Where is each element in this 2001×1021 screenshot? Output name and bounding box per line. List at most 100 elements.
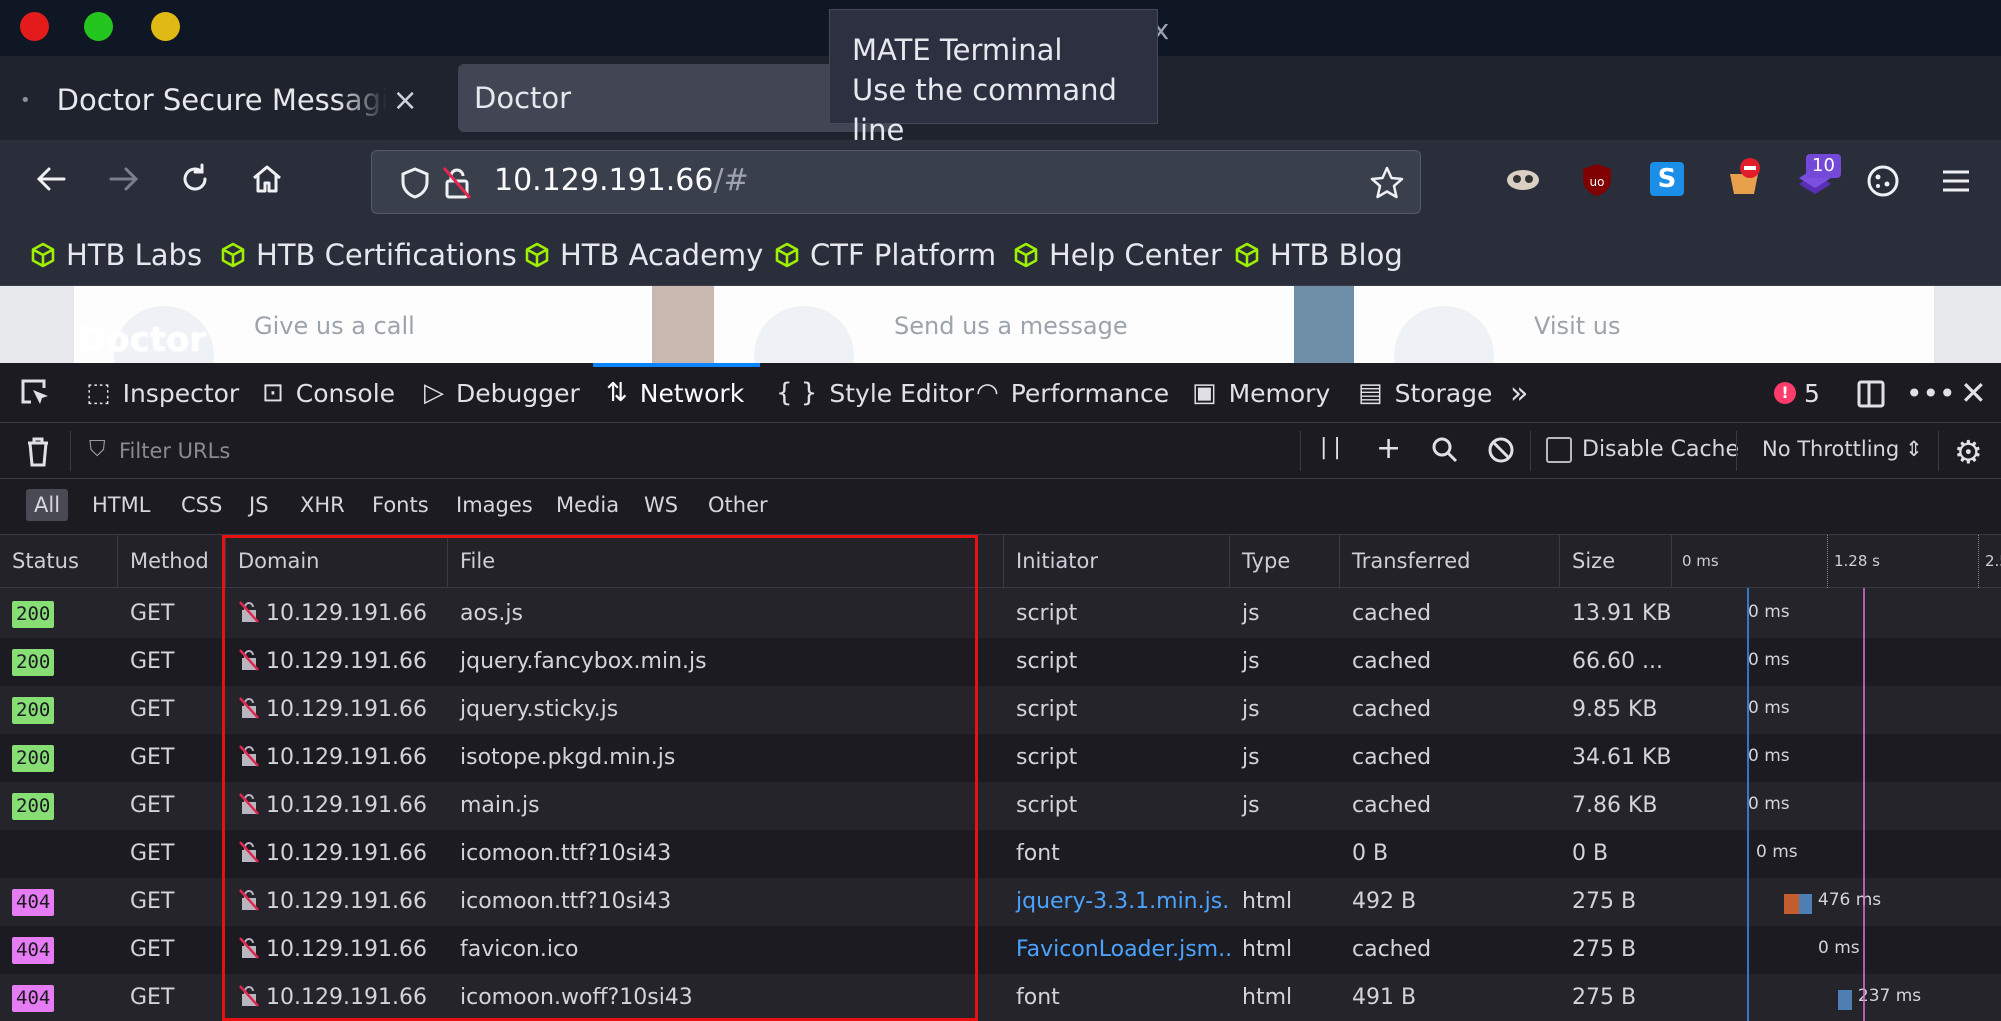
tab-label: Doctor <box>474 81 572 115</box>
type-filter-xhr[interactable]: XHR <box>292 489 353 521</box>
bookmark-star-icon[interactable] <box>1369 165 1405 201</box>
dock-options-icon[interactable] <box>1856 371 1886 415</box>
home-button[interactable] <box>242 162 292 207</box>
timeline-tick: 0 ms <box>1682 552 1719 570</box>
bookmark-htb-certifications[interactable]: HTB Certifications <box>220 238 517 272</box>
bookmark-htb-academy[interactable]: HTB Academy <box>524 238 763 272</box>
clear-trash-icon[interactable] <box>24 435 52 471</box>
tab-inspector[interactable]: ⬚ Inspector <box>86 371 239 415</box>
tab-network[interactable]: ⇅ Network <box>606 371 744 415</box>
more-options-icon[interactable]: ••• <box>1906 371 1956 415</box>
tab-memory[interactable]: ▣ Memory <box>1192 371 1330 415</box>
insecure-lock-icon[interactable] <box>440 165 474 201</box>
element-picker-button[interactable] <box>18 371 52 415</box>
reload-button[interactable] <box>170 162 220 207</box>
error-count-button[interactable]: ! 5 <box>1774 371 1820 415</box>
type-filter-css[interactable]: CSS <box>173 489 230 521</box>
bookmark-label: Help Center <box>1049 238 1222 272</box>
ublock-icon[interactable]: uo <box>1580 162 1614 198</box>
tab-performance[interactable]: ◠ Performance <box>976 371 1169 415</box>
url-text[interactable]: 10.129.191.66/# <box>494 163 749 198</box>
type-filter-all[interactable]: All <box>26 489 69 521</box>
type-filter-other[interactable]: Other <box>700 489 776 521</box>
block-requests-icon[interactable] <box>1486 435 1516 469</box>
separator <box>1530 431 1531 471</box>
transferred-cell: cached <box>1352 937 1432 962</box>
cube-icon <box>1235 242 1259 268</box>
navigation-toolbar: 10.129.191.66/# uo S 10 <box>0 140 2001 228</box>
status-badge: 404 <box>12 937 55 964</box>
filter-funnel-icon: ⛉ <box>89 437 106 462</box>
status-cell: 200 <box>0 734 118 782</box>
column-initiator[interactable]: Initiator <box>1004 535 1230 588</box>
column-status[interactable]: Status <box>0 535 118 588</box>
bookmark-htb-blog[interactable]: HTB Blog <box>1234 238 1403 272</box>
initiator-cell[interactable]: jquery-3.3.1.min.js... <box>1004 878 1230 926</box>
bookmark-label: HTB Certifications <box>256 238 517 272</box>
method-cell: GET <box>130 985 175 1010</box>
column-method[interactable]: Method <box>118 535 226 588</box>
tab-label: Console <box>295 378 396 408</box>
type-filter-js[interactable]: JS <box>241 489 277 521</box>
error-icon: ! <box>1774 382 1796 404</box>
network-arrows-icon: ⇅ <box>606 378 628 408</box>
initiator-cell[interactable]: FaviconLoader.jsm... <box>1004 926 1230 974</box>
type-filter-ws[interactable]: WS <box>636 489 686 521</box>
page-image <box>1294 286 1354 363</box>
extension-icon[interactable] <box>1505 162 1541 198</box>
tab-debugger[interactable]: ▷ Debugger <box>424 371 580 415</box>
bookmark-ctf-platform[interactable]: CTF Platform <box>774 238 996 272</box>
contact-visit-text: Visit us <box>1534 312 1621 340</box>
shield-icon[interactable] <box>400 167 430 199</box>
tab-style-editor[interactable]: { } Style Editor <box>776 371 974 415</box>
hamburger-menu-icon[interactable] <box>1939 166 1973 196</box>
type-cell: js <box>1242 745 1260 770</box>
extension-badge: 10 <box>1806 154 1841 178</box>
status-badge: 200 <box>12 793 55 820</box>
status-cell: 404 <box>0 878 118 926</box>
cookie-icon[interactable] <box>1866 164 1900 198</box>
filter-urls-input[interactable]: ⛉ Filter URLs <box>70 431 1290 471</box>
type-filter-images[interactable]: Images <box>448 489 541 521</box>
location-icon-circle <box>1394 306 1494 363</box>
cube-icon <box>525 242 549 268</box>
close-devtools-icon[interactable]: ✕ <box>1960 371 1987 415</box>
throttling-value: No Throttling <box>1762 437 1900 461</box>
waterfall-time-label: 0 ms <box>1748 602 1790 622</box>
status-badge: 200 <box>12 745 55 772</box>
blocked-extension-icon[interactable] <box>1724 156 1764 200</box>
message-icon-circle <box>754 306 854 363</box>
forward-arrow-icon <box>109 167 139 191</box>
status-cell <box>0 830 118 878</box>
type-filter-media[interactable]: Media <box>548 489 627 521</box>
bookmark-htb-labs[interactable]: HTB Labs <box>30 238 202 272</box>
picker-icon <box>21 379 48 404</box>
status-badge: 200 <box>12 601 55 628</box>
s-extension-icon[interactable]: S <box>1650 162 1684 196</box>
pause-icon[interactable]: || <box>1320 435 1347 460</box>
url-bar[interactable]: 10.129.191.66/# <box>371 150 1421 214</box>
add-request-icon[interactable]: + <box>1376 431 1401 466</box>
waterfall-time-label: 0 ms <box>1748 746 1790 766</box>
disable-cache-checkbox[interactable] <box>1546 437 1572 463</box>
tab-close-icon[interactable]: × <box>393 83 418 118</box>
error-count: 5 <box>1804 378 1820 408</box>
search-icon[interactable] <box>1430 435 1460 469</box>
more-tabs-chevron-icon[interactable]: » <box>1510 371 1528 415</box>
tab-storage[interactable]: ▤ Storage <box>1358 371 1492 415</box>
bookmark-help-center[interactable]: Help Center <box>1013 238 1222 272</box>
method-cell: GET <box>130 697 175 722</box>
tab-console[interactable]: ⊡ Console <box>262 371 395 415</box>
column-size[interactable]: Size <box>1560 535 1672 588</box>
tab-doctor-secure-messaging[interactable]: • Doctor Secure Messaging × <box>20 62 440 138</box>
column-type[interactable]: Type <box>1230 535 1340 588</box>
throttling-select[interactable]: No Throttling ⇕ <box>1762 437 1923 461</box>
column-transferred[interactable]: Transferred <box>1340 535 1560 588</box>
settings-gear-icon[interactable]: ⚙ <box>1954 433 1983 471</box>
column-waterfall[interactable]: 0 ms 1.28 s 2.5 <box>1672 535 2001 588</box>
back-button[interactable] <box>26 162 76 207</box>
network-filter-bar: ⛉ Filter URLs || + Disable Cache No Thro… <box>0 423 2001 479</box>
forward-button[interactable] <box>99 162 149 207</box>
type-filter-html[interactable]: HTML <box>84 489 158 521</box>
type-filter-fonts[interactable]: Fonts <box>364 489 437 521</box>
